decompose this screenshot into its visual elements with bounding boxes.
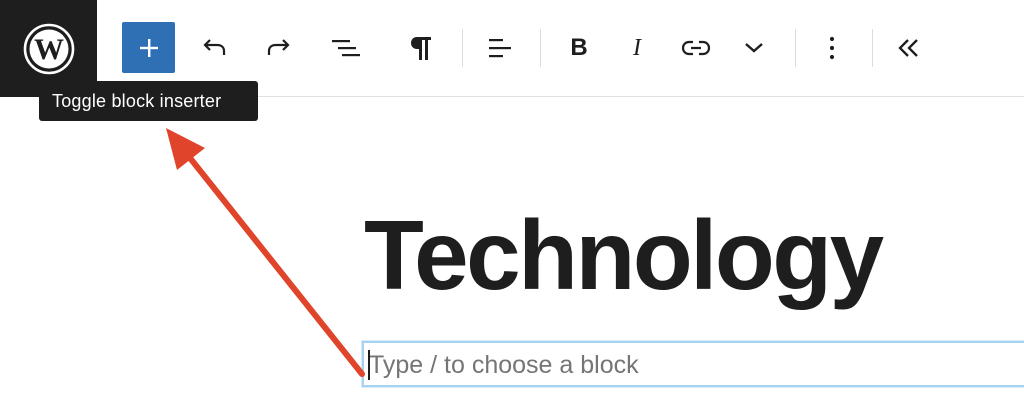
link-button[interactable] bbox=[677, 23, 715, 73]
collapse-toolbar-button[interactable] bbox=[890, 23, 928, 73]
svg-text:W: W bbox=[34, 33, 64, 66]
more-vertical-icon bbox=[829, 36, 835, 60]
bold-button[interactable]: B bbox=[560, 23, 598, 73]
more-rich-text-button[interactable] bbox=[735, 23, 773, 73]
redo-button[interactable] bbox=[260, 23, 298, 73]
chevron-down-icon bbox=[745, 43, 763, 53]
toolbar-separator bbox=[540, 29, 541, 67]
align-left-icon bbox=[489, 39, 511, 58]
redo-icon bbox=[267, 39, 290, 55]
toolbar-separator bbox=[462, 29, 463, 67]
post-title[interactable]: Technology bbox=[364, 200, 884, 310]
chevrons-left-icon bbox=[898, 39, 918, 57]
wordpress-logo-icon: W bbox=[23, 23, 74, 74]
toolbar-separator bbox=[795, 29, 796, 67]
list-view-button[interactable] bbox=[326, 23, 364, 73]
block-placeholder-input[interactable]: Type / to choose a block bbox=[362, 341, 1024, 387]
text-caret bbox=[368, 350, 370, 380]
tooltip: Toggle block inserter bbox=[39, 81, 258, 121]
arrow-shaft bbox=[187, 155, 365, 377]
block-inserter-button[interactable] bbox=[122, 22, 175, 73]
undo-icon bbox=[203, 39, 226, 55]
italic-button[interactable]: I bbox=[618, 23, 656, 73]
link-icon bbox=[681, 40, 711, 56]
toolbar-separator bbox=[872, 29, 873, 67]
paragraph-block-button[interactable] bbox=[402, 23, 440, 73]
italic-label: I bbox=[633, 34, 641, 61]
arrow-head bbox=[166, 128, 205, 170]
block-options-button[interactable] bbox=[813, 23, 851, 73]
align-button[interactable] bbox=[481, 23, 519, 73]
list-view-icon bbox=[332, 40, 360, 57]
paragraph-icon bbox=[411, 37, 431, 60]
bold-label: B bbox=[570, 34, 588, 61]
plus-icon bbox=[139, 38, 158, 57]
block-placeholder-text: Type / to choose a block bbox=[369, 351, 639, 379]
undo-button[interactable] bbox=[195, 23, 233, 73]
